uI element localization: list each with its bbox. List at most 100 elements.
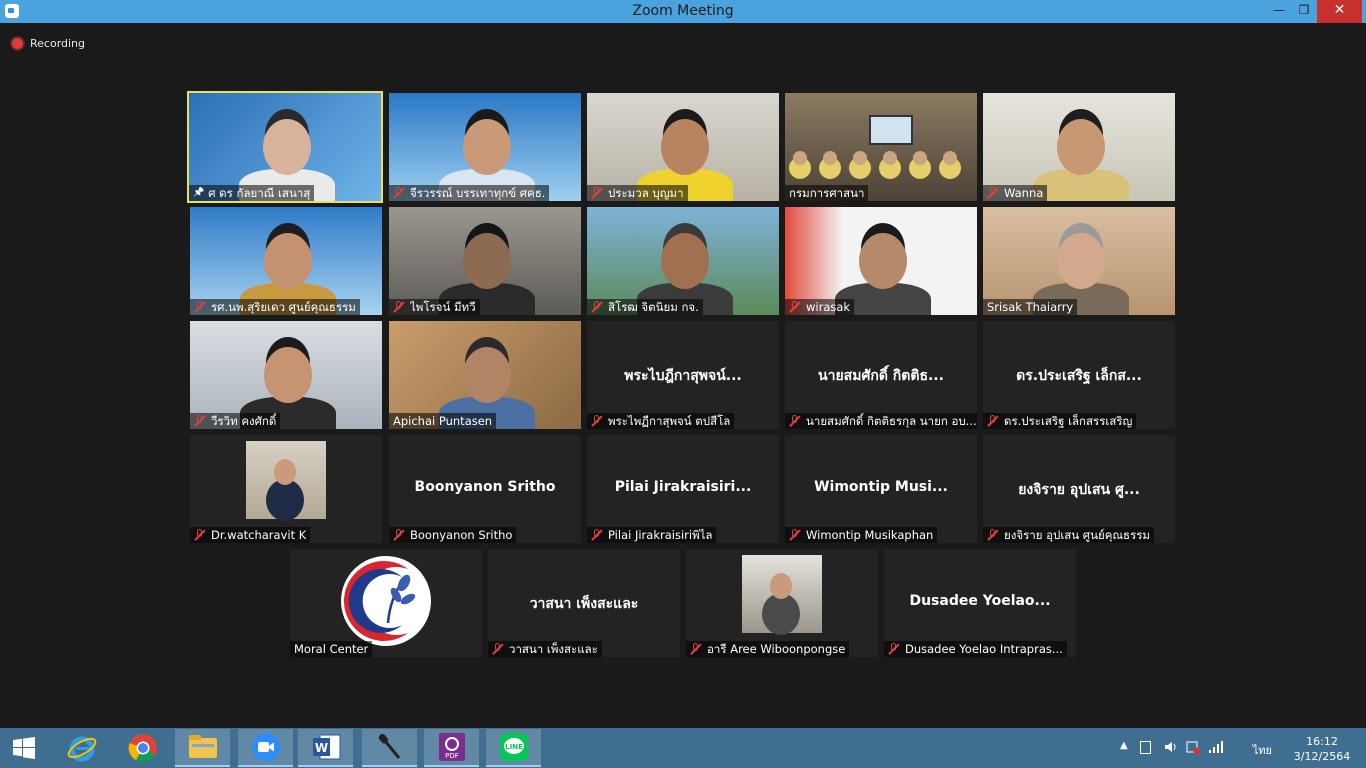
- start-button[interactable]: [0, 729, 48, 767]
- participant-name: Srisak Thaiarry: [987, 300, 1074, 314]
- participant-display-name: พระไบฎีกาสุพจน์...: [624, 368, 742, 384]
- participant-name: นายสมศักดิ์ กิตติธรกุล นายก อบ...: [806, 414, 977, 428]
- chrome-icon: [128, 734, 157, 762]
- system-clock[interactable]: 16:12 3/12/2564: [1292, 734, 1352, 764]
- window-title-bar: Zoom Meeting — ❐ ✕: [0, 0, 1366, 23]
- person-head: [1057, 119, 1105, 175]
- internet-explorer-icon: [67, 736, 96, 762]
- participant-display-name: Wimontip Musi...: [814, 479, 948, 495]
- maximize-button[interactable]: ❐: [1287, 0, 1321, 23]
- profile-photo: [742, 555, 822, 633]
- participant-tile[interactable]: สิโรฒ จิตนิยม กจ.: [587, 207, 779, 315]
- muted-mic-icon: [393, 187, 405, 199]
- participant-name-label: Wimontip Musikaphan: [785, 527, 938, 543]
- windows-icon: [13, 737, 35, 759]
- muted-mic-icon: [194, 415, 206, 427]
- participant-tile[interactable]: จีรวรรณ์ บรรเทาทุกข์ ศคธ.: [389, 93, 581, 201]
- person-head: [859, 233, 907, 289]
- participant-display-name: ดร.ประเสริฐ เล็กส...: [1016, 368, 1142, 384]
- participant-name-label: ยงจิราย อุปเสน ศูนย์คุณธรรม: [983, 527, 1155, 543]
- muted-mic-icon: [591, 301, 603, 313]
- participant-tile[interactable]: ยงจิราย อุปเสน ศู... ยงจิราย อุปเสน ศูนย์…: [983, 435, 1175, 543]
- person-head: [1057, 233, 1105, 289]
- muted-mic-icon: [393, 301, 405, 313]
- photo-person: [770, 573, 792, 599]
- participant-tile[interactable]: ไพโรจน์ มีทวี: [389, 207, 581, 315]
- signal-strength-icon[interactable]: [1208, 740, 1223, 754]
- taskbar-line[interactable]: LINE: [486, 729, 541, 767]
- participant-tile[interactable]: พระไบฎีกาสุพจน์... พระไพฏีกาสุพจน์ ตปสีโล: [587, 321, 779, 429]
- participant-name-label: Pilai Jirakraisiriพิไล: [587, 527, 717, 543]
- participant-tile[interactable]: วีรวิท คงศักดิ์: [190, 321, 382, 429]
- participant-tile[interactable]: อารี Aree Wiboonpongse: [686, 549, 878, 657]
- taskbar-zoom[interactable]: [238, 729, 293, 767]
- participant-name-label: วีรวิท คงศักดิ์: [190, 413, 281, 429]
- taskbar-pdf[interactable]: PDF: [424, 729, 479, 767]
- muted-mic-icon: [690, 643, 702, 655]
- moral-center-logo-icon: [341, 556, 431, 646]
- muted-mic-icon: [987, 415, 999, 427]
- input-language[interactable]: ไทย: [1253, 741, 1272, 759]
- taskbar-internet-explorer[interactable]: [54, 729, 109, 767]
- muted-mic-icon: [194, 529, 206, 541]
- participant-tile[interactable]: กรมการศาสนา: [785, 93, 977, 201]
- meeting-attendee: [823, 151, 837, 165]
- participant-name: วีรวิท คงศักดิ์: [211, 414, 277, 428]
- participant-name: สิโรฒ จิตนิยม กจ.: [608, 300, 699, 314]
- muted-mic-icon: [492, 643, 504, 655]
- participant-name-label: Moral Center: [290, 641, 373, 657]
- participant-tile[interactable]: นายสมศักดิ์ กิตติธ... นายสมศักดิ์ กิตติธร…: [785, 321, 977, 429]
- participant-tile[interactable]: วาสนา เพ็งสะและ วาสนา เพ็งสะและ: [488, 549, 680, 657]
- participant-tile[interactable]: Srisak Thaiarry: [983, 207, 1175, 315]
- word-icon: W: [312, 734, 340, 760]
- close-button[interactable]: ✕: [1317, 0, 1362, 23]
- volume-icon[interactable]: [1164, 740, 1178, 754]
- participant-tile[interactable]: Dr.watcharavit K: [190, 435, 382, 543]
- person-head: [463, 233, 511, 289]
- person-head: [264, 233, 312, 289]
- participant-name-label: ประมวล บุญมา: [587, 185, 688, 201]
- photo-person: [274, 459, 296, 485]
- participant-tile[interactable]: Moral Center: [290, 549, 482, 657]
- participant-tile[interactable]: รศ.นพ.สุริยเดว ศูนย์คุณธรรม: [190, 207, 382, 315]
- action-center-alert-icon[interactable]: [1186, 740, 1201, 755]
- microphone-icon: [378, 733, 400, 759]
- participant-name: Dusadee Yoelao Intrapras...: [905, 642, 1063, 656]
- participant-name-label: Boonyanon Sritho: [389, 527, 517, 543]
- show-hidden-icons-icon[interactable]: ▲: [1120, 740, 1134, 754]
- muted-mic-icon: [393, 529, 405, 541]
- participant-name: กรมการศาสนา: [789, 186, 865, 200]
- recording-indicator[interactable]: Recording: [12, 35, 85, 51]
- person-head: [264, 347, 312, 403]
- participant-tile[interactable]: Wimontip Musi... Wimontip Musikaphan: [785, 435, 977, 543]
- participant-tile[interactable]: Pilai Jirakraisiri... Pilai Jirakraisiriพ…: [587, 435, 779, 543]
- window-title: Zoom Meeting: [632, 3, 734, 19]
- meeting-attendee: [883, 151, 897, 165]
- meeting-attendee: [853, 151, 867, 165]
- taskbar-file-explorer[interactable]: [175, 729, 230, 767]
- participant-name-label: Dusadee Yoelao Intrapras...: [884, 641, 1067, 657]
- participant-tile[interactable]: wirasak: [785, 207, 977, 315]
- network-device-icon[interactable]: [1140, 741, 1151, 754]
- record-icon: [12, 37, 23, 49]
- participant-tile[interactable]: ดร.ประเสริฐ เล็กส... ดร.ประเสริฐ เล็กสรรเ…: [983, 321, 1175, 429]
- participant-display-name: Boonyanon Sritho: [414, 479, 556, 495]
- person-head: [463, 119, 511, 175]
- meeting-attendee: [793, 151, 807, 165]
- taskbar-microphone-app[interactable]: [362, 729, 417, 767]
- participant-name: Pilai Jirakraisiriพิไล: [608, 528, 713, 542]
- participant-tile[interactable]: 📌 ศ ดร กัลยาณี เสนาสุ: [187, 91, 383, 203]
- participant-name-label: 📌 ศ ดร กัลยาณี เสนาสุ: [189, 185, 315, 201]
- participant-tile[interactable]: Apichai Puntasen: [389, 321, 581, 429]
- participant-tile[interactable]: Boonyanon Sritho Boonyanon Sritho: [389, 435, 581, 543]
- participant-name: ดร.ประเสริฐ เล็กสรรเสริญ: [1004, 414, 1133, 428]
- participant-name-label: wirasak: [785, 299, 855, 315]
- participant-name: ยงจิราย อุปเสน ศูนย์คุณธรรม: [1004, 528, 1151, 542]
- taskbar-word[interactable]: W: [298, 729, 353, 767]
- participant-tile[interactable]: Wanna: [983, 93, 1175, 201]
- clock-time: 16:12: [1306, 735, 1338, 748]
- participant-name: อารี Aree Wiboonpongse: [707, 642, 846, 656]
- participant-tile[interactable]: ประมวล บุญมา: [587, 93, 779, 201]
- participant-tile[interactable]: Dusadee Yoelao... Dusadee Yoelao Intrapra…: [884, 549, 1076, 657]
- taskbar-chrome[interactable]: [115, 729, 170, 767]
